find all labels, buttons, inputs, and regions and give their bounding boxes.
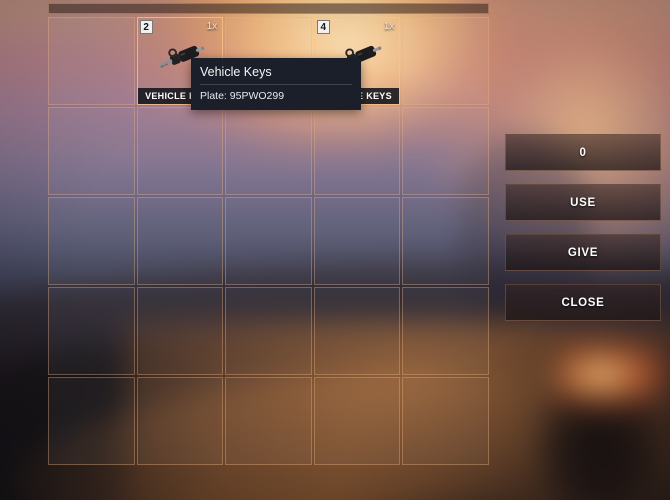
slot-quantity: 1x [206,21,218,32]
inventory-slot-empty[interactable] [313,377,401,465]
inventory-slot-empty[interactable] [225,107,312,195]
inventory-slot-empty[interactable] [48,287,135,375]
tooltip-title: Vehicle Keys [200,65,352,85]
use-button[interactable]: USE [505,184,661,221]
inventory-slot-empty[interactable] [402,17,489,105]
inventory-slot-empty[interactable] [313,197,401,285]
inventory-slot-empty[interactable] [225,377,312,465]
inventory-slot-empty[interactable] [136,197,224,285]
inventory-slot-empty[interactable] [48,197,135,285]
weight-capacity-bar [48,3,489,14]
inventory-slot-empty[interactable] [402,377,489,465]
close-button[interactable]: CLOSE [505,284,661,321]
tooltip-detail-plate: Plate: 95PWO299 [200,90,285,102]
slot-index-badge: 2 [139,20,153,34]
item-tooltip: Vehicle Keys Plate: 95PWO299 [191,58,361,110]
inventory-slot-empty[interactable] [225,287,312,375]
inventory-slot-empty[interactable] [313,287,401,375]
inventory-slot-empty[interactable] [225,197,312,285]
inventory-slot-empty[interactable] [313,107,401,195]
background-firelight [555,342,665,413]
inventory-slot-empty[interactable] [136,287,224,375]
inventory-slot-empty[interactable] [136,107,224,195]
inventory-slot-empty[interactable] [402,107,489,195]
slot-index-badge: 4 [316,20,330,34]
inventory-slot-empty[interactable] [48,107,135,195]
inventory-slot-empty[interactable] [48,17,135,105]
amount-button[interactable]: 0 [505,134,661,171]
inventory-screen: 21xVEHICLE KEYS41xVEHICLE KEYS Vehicle K… [0,0,670,500]
inventory-slot-empty[interactable] [136,377,224,465]
inventory-slot-empty[interactable] [48,377,135,465]
action-panel: 0 USE GIVE CLOSE [505,134,661,321]
slot-quantity: 1x [383,21,395,32]
give-button[interactable]: GIVE [505,234,661,271]
inventory-slot-empty[interactable] [402,287,489,375]
inventory-slot-empty[interactable] [402,197,489,285]
